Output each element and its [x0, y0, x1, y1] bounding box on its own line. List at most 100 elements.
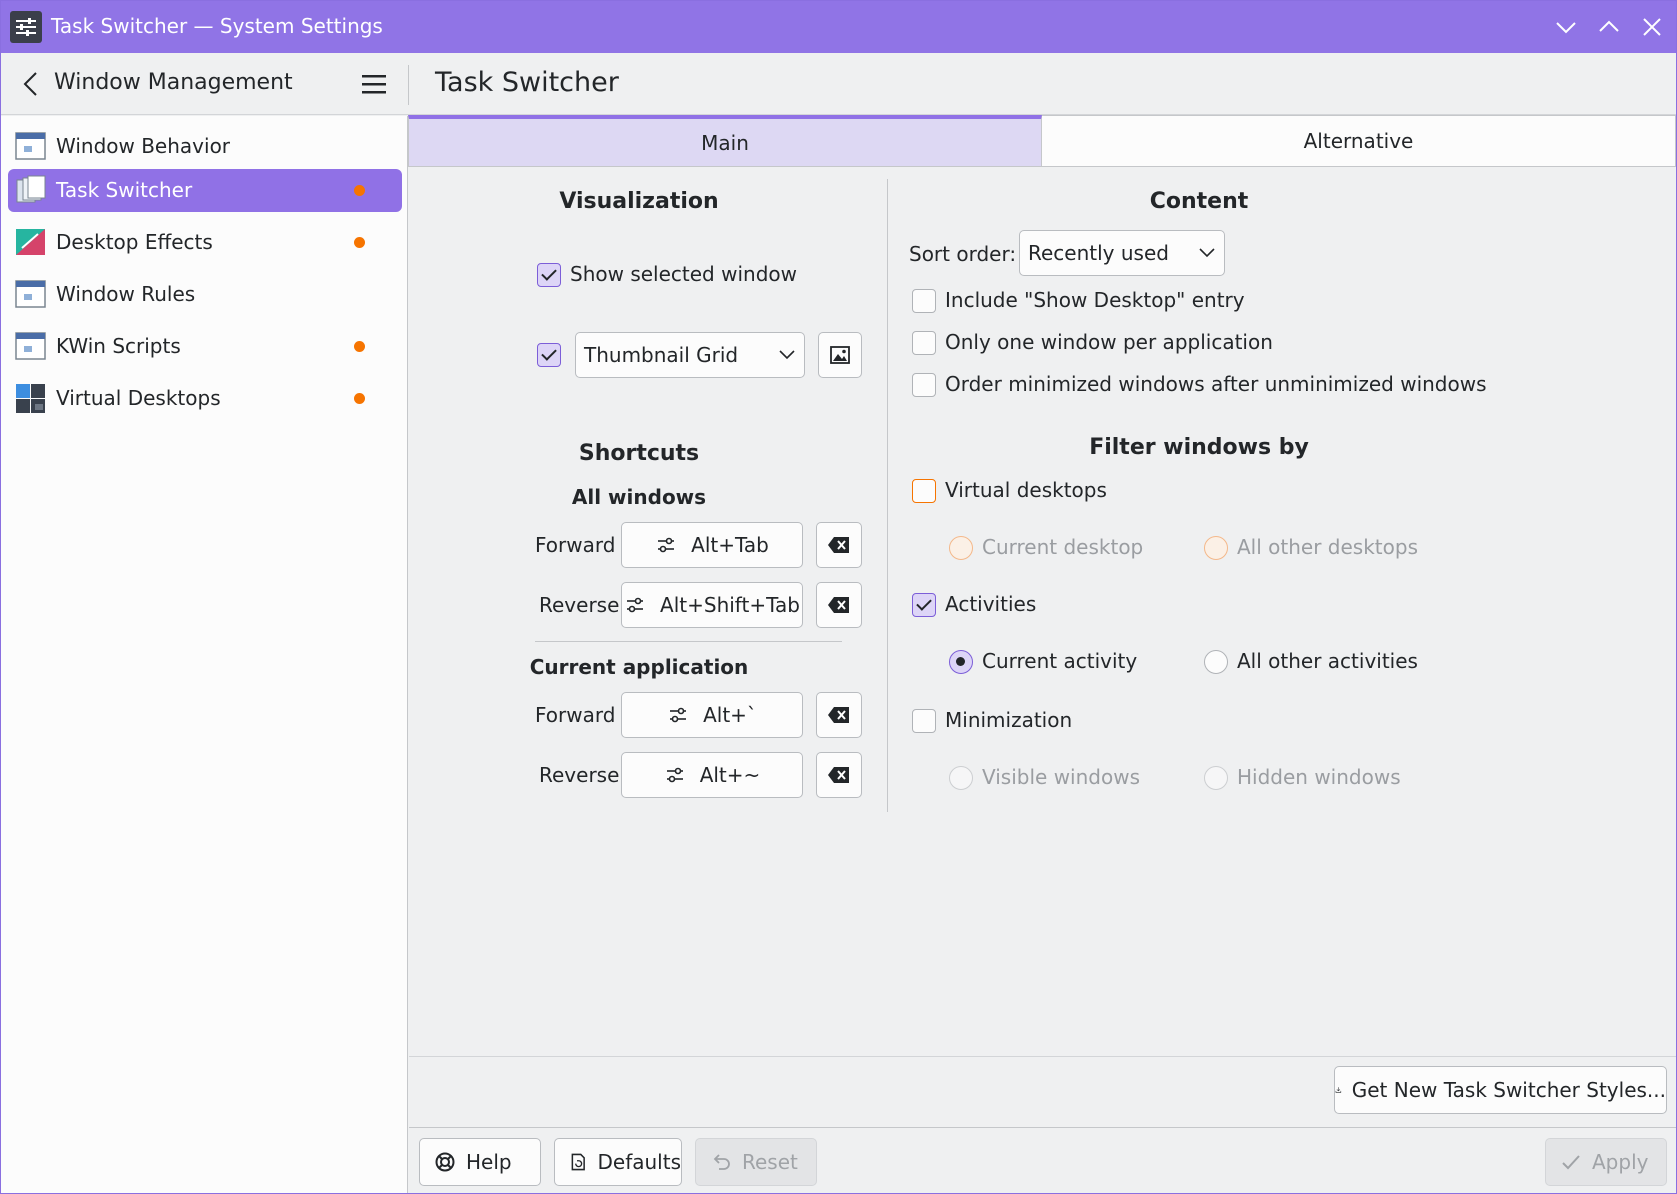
shortcuts-heading: Shortcuts — [578, 441, 700, 466]
header-divider — [408, 65, 409, 105]
show-selected-window-checkbox[interactable] — [537, 263, 561, 287]
switcher-style-dropdown[interactable]: Thumbnail Grid — [575, 332, 805, 378]
get-new-styles-label: Get New Task Switcher Styles... — [1351, 1078, 1666, 1102]
all-other-activities-radio[interactable] — [1204, 650, 1228, 674]
modified-indicator-dot — [354, 393, 365, 404]
sort-order-dropdown[interactable]: Recently used — [1019, 230, 1225, 276]
current-activity-radio[interactable] — [949, 650, 973, 674]
current-activity-label[interactable]: Current activity — [982, 649, 1137, 673]
download-icon — [1335, 1087, 1342, 1093]
column-divider — [887, 179, 888, 812]
hidden-windows-radio[interactable] — [1204, 766, 1228, 790]
all-windows-reverse-shortcut-button[interactable]: Alt+Shift+Tab — [621, 582, 803, 628]
all-windows-forward-shortcut-button[interactable]: Alt+Tab — [621, 522, 803, 568]
sort-order-label: Sort order: — [909, 242, 1017, 266]
sidebar-item-desktop-effects[interactable]: Desktop Effects — [8, 221, 402, 264]
modified-indicator-dot — [354, 185, 365, 196]
sidebar-item-kwin-scripts[interactable]: KWin Scripts — [8, 325, 402, 368]
title-bar: Task Switcher — System Settings — [1, 1, 1676, 53]
help-label: Help — [466, 1150, 512, 1174]
settings-window: Task Switcher — System Settings Window M… — [0, 0, 1677, 1194]
visible-windows-radio[interactable] — [949, 766, 973, 790]
all-other-desktops-radio[interactable] — [1204, 536, 1228, 560]
clear-current-app-reverse-button[interactable] — [816, 752, 862, 798]
visible-windows-label[interactable]: Visible windows — [982, 765, 1140, 789]
filter-virtual-desktops-label[interactable]: Virtual desktops — [945, 478, 1107, 502]
help-button[interactable]: Help — [419, 1138, 541, 1186]
all-windows-reverse-label: Reverse — [539, 593, 620, 617]
chevron-left-icon — [23, 72, 37, 96]
window-title: Task Switcher — System Settings — [51, 14, 383, 38]
sidebar-item-label: Task Switcher — [56, 178, 193, 202]
clear-all-windows-reverse-button[interactable] — [816, 582, 862, 628]
filter-minimization-label[interactable]: Minimization — [945, 708, 1072, 732]
include-show-desktop-label[interactable]: Include "Show Desktop" entry — [945, 288, 1245, 312]
switcher-style-enable-checkbox[interactable] — [537, 343, 561, 367]
shortcut-value: Alt+` — [703, 703, 757, 727]
shortcut-value: Alt+~ — [699, 763, 761, 787]
configure-shortcut-icon — [658, 537, 675, 553]
sidebar-item-window-rules[interactable]: Window Rules — [8, 273, 402, 316]
clear-current-app-forward-button[interactable] — [816, 692, 862, 738]
virtual-desktops-icon — [16, 384, 45, 413]
sidebar-item-label: Desktop Effects — [56, 230, 213, 254]
shortcut-value: Alt+Shift+Tab — [660, 593, 800, 617]
sidebar-item-virtual-desktops[interactable]: Virtual Desktops — [8, 377, 402, 420]
breadcrumb[interactable]: Window Management — [54, 70, 293, 95]
all-other-activities-label[interactable]: All other activities — [1237, 649, 1418, 673]
one-window-per-app-checkbox[interactable] — [912, 331, 936, 355]
shortcuts-divider — [535, 641, 842, 642]
tab-bar: Main Alternative — [408, 115, 1676, 167]
minimize-button[interactable] — [1552, 13, 1580, 41]
sidebar-item-task-switcher[interactable]: Task Switcher — [8, 169, 402, 212]
sidebar-item-label: Window Rules — [56, 282, 196, 306]
back-button[interactable] — [19, 69, 45, 99]
apply-button[interactable]: Apply — [1545, 1138, 1667, 1186]
filter-activities-checkbox[interactable] — [912, 593, 936, 617]
chevron-down-icon — [1199, 248, 1215, 258]
document-revert-icon — [571, 1153, 585, 1171]
tab-content: Visualization Show selected window Thumb… — [409, 167, 1676, 1114]
defaults-button[interactable]: Defaults — [554, 1138, 682, 1186]
tab-main[interactable]: Main — [408, 115, 1042, 167]
filter-virtual-desktops-checkbox[interactable] — [912, 479, 936, 503]
one-window-per-app-label[interactable]: Only one window per application — [945, 330, 1273, 354]
reset-button[interactable]: Reset — [695, 1138, 817, 1186]
current-app-forward-shortcut-button[interactable]: Alt+` — [621, 692, 803, 738]
defaults-label: Defaults — [597, 1150, 682, 1174]
preview-style-button[interactable] — [818, 332, 862, 378]
all-other-desktops-label[interactable]: All other desktops — [1237, 535, 1418, 559]
get-new-styles-button[interactable]: Get New Task Switcher Styles... — [1334, 1066, 1667, 1114]
sidebar: Window Behavior Task Switcher Desktop Ef… — [1, 116, 408, 1193]
current-desktop-label[interactable]: Current desktop — [982, 535, 1143, 559]
current-app-reverse-shortcut-button[interactable]: Alt+~ — [621, 752, 803, 798]
filter-minimization-checkbox[interactable] — [912, 709, 936, 733]
hamburger-menu-button[interactable] — [358, 69, 390, 99]
hidden-windows-label[interactable]: Hidden windows — [1237, 765, 1401, 789]
undo-icon — [713, 1154, 730, 1170]
order-minimized-checkbox[interactable] — [912, 373, 936, 397]
shortcut-value: Alt+Tab — [691, 533, 769, 557]
close-icon — [1643, 18, 1661, 36]
window-icon — [15, 280, 46, 308]
current-application-heading: Current application — [529, 655, 749, 679]
maximize-button[interactable] — [1595, 13, 1623, 41]
current-desktop-radio[interactable] — [949, 536, 973, 560]
checkmark-icon — [1562, 1155, 1580, 1170]
page-title: Task Switcher — [435, 67, 619, 98]
tab-alternative[interactable]: Alternative — [1042, 115, 1676, 167]
clear-all-windows-forward-button[interactable] — [816, 522, 862, 568]
chevron-down-icon — [779, 350, 795, 360]
current-app-reverse-label: Reverse — [539, 763, 620, 787]
system-settings-icon — [10, 11, 42, 43]
backspace-icon — [828, 597, 849, 613]
close-button[interactable] — [1638, 13, 1666, 41]
current-app-forward-label: Forward — [535, 703, 616, 727]
show-selected-window-label[interactable]: Show selected window — [570, 262, 797, 286]
all-windows-heading: All windows — [571, 485, 707, 509]
include-show-desktop-checkbox[interactable] — [912, 289, 936, 313]
sidebar-item-window-behavior[interactable]: Window Behavior — [8, 125, 402, 168]
order-minimized-label[interactable]: Order minimized windows after unminimize… — [945, 372, 1487, 396]
filter-activities-label[interactable]: Activities — [945, 592, 1036, 616]
sidebar-item-label: Window Behavior — [56, 134, 231, 158]
